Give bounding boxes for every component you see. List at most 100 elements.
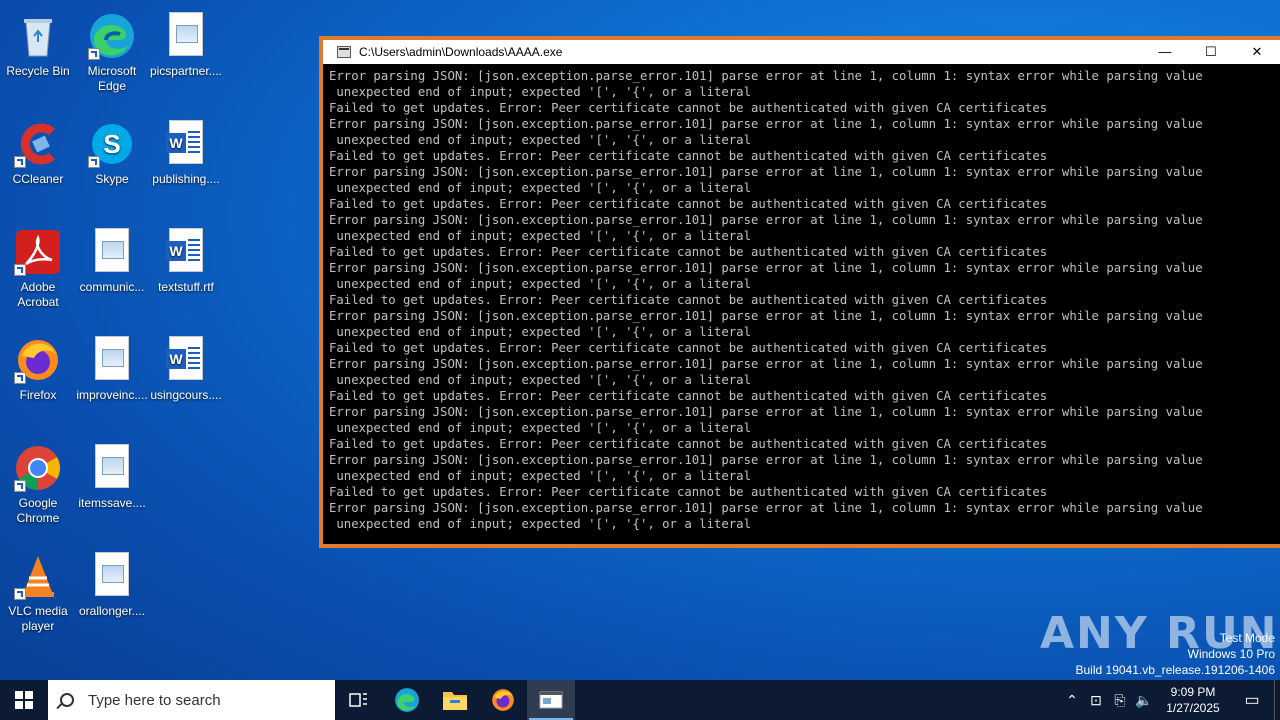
clock[interactable]: 9:09 PM 1/27/2025: [1156, 684, 1230, 716]
console-line: Error parsing JSON: [json.exception.pars…: [329, 165, 1203, 179]
acrobat-icon: [14, 228, 62, 276]
desktop-icon-textstuff[interactable]: W textstuff.rtf: [148, 224, 224, 295]
notification-icon[interactable]: ▭: [1230, 690, 1274, 710]
console-line: Failed to get updates. Error: Peer certi…: [329, 245, 1048, 259]
desktop-icon-label: textstuff.rtf: [158, 280, 214, 294]
windows-logo-icon: [15, 691, 33, 709]
volume-icon[interactable]: 🔈: [1132, 692, 1156, 709]
console-line: unexpected end of input; expected '[', '…: [329, 373, 751, 387]
watermark-build: Build 19041.vb_release.191206-1406: [1075, 663, 1276, 677]
close-button[interactable]: ✕: [1234, 40, 1280, 64]
console-line: Failed to get updates. Error: Peer certi…: [329, 197, 1048, 211]
recycle-bin-icon: [14, 12, 62, 60]
word-document-icon: W: [162, 336, 210, 384]
clock-time: 9:09 PM: [1170, 685, 1216, 699]
desktop-icon-label: picspartner....: [149, 64, 223, 78]
desktop-icon-adobe-acrobat[interactable]: Adobe Acrobat: [0, 224, 76, 310]
desktop-icon-vlc[interactable]: VLC media player: [0, 548, 76, 634]
search-placeholder: Type here to search: [88, 691, 221, 709]
desktop-icon-itemssave[interactable]: itemssave....: [74, 440, 150, 511]
desktop-icon-google-chrome[interactable]: Google Chrome: [0, 440, 76, 526]
word-document-icon: W: [162, 228, 210, 276]
console-line: unexpected end of input; expected '[', '…: [329, 469, 751, 483]
task-view-button[interactable]: [335, 680, 383, 720]
console-output[interactable]: Error parsing JSON: [json.exception.pars…: [329, 68, 1280, 544]
desktop-icon-orallonger[interactable]: orallonger....: [74, 548, 150, 619]
console-line: Error parsing JSON: [json.exception.pars…: [329, 261, 1203, 275]
taskbar: Type here to search ⌃ ⊡ ⎘ 🔈 9:09 PM 1/27…: [0, 680, 1280, 720]
svg-text:S: S: [103, 129, 120, 159]
console-line: Failed to get updates. Error: Peer certi…: [329, 341, 1048, 355]
image-file-icon: [88, 552, 136, 600]
chevron-up-icon[interactable]: ⌃: [1060, 692, 1084, 709]
console-icon: [539, 691, 563, 709]
edge-icon: [88, 12, 136, 60]
taskbar-edge[interactable]: [383, 680, 431, 720]
console-line: unexpected end of input; expected '[', '…: [329, 325, 751, 339]
task-view-icon: [349, 693, 367, 707]
console-app-icon: [337, 46, 351, 58]
desktop-icon-label: improveinc....: [76, 388, 148, 402]
console-line: unexpected end of input; expected '[', '…: [329, 421, 751, 435]
console-titlebar[interactable]: C:\Users\admin\Downloads\AAAA.exe — ☐ ✕: [323, 40, 1280, 64]
console-line: Error parsing JSON: [json.exception.pars…: [329, 117, 1203, 131]
vlc-icon: [14, 552, 62, 600]
console-line: unexpected end of input; expected '[', '…: [329, 133, 751, 147]
desktop-icon-label: Google Chrome: [16, 496, 60, 525]
desktop-icon-label: Firefox: [19, 388, 57, 402]
desktop-icon-label: usingcours....: [150, 388, 222, 402]
minimize-button[interactable]: —: [1142, 40, 1188, 64]
image-file-icon: [88, 444, 136, 492]
console-window[interactable]: C:\Users\admin\Downloads\AAAA.exe — ☐ ✕ …: [319, 36, 1280, 548]
desktop-icon-communic[interactable]: communic...: [74, 224, 150, 295]
search-icon: [60, 693, 74, 707]
maximize-button[interactable]: ☐: [1188, 40, 1234, 64]
console-line: Failed to get updates. Error: Peer certi…: [329, 437, 1048, 451]
desktop-icon-label: Skype: [95, 172, 129, 186]
edge-icon: [395, 688, 419, 712]
clock-date: 1/27/2025: [1166, 701, 1220, 715]
desktop-icon-ccleaner[interactable]: CCleaner: [0, 116, 76, 187]
desktop-icon-firefox[interactable]: Firefox: [0, 332, 76, 403]
taskbar-search-box[interactable]: Type here to search: [48, 680, 335, 720]
taskbar-firefox[interactable]: [479, 680, 527, 720]
console-line: Error parsing JSON: [json.exception.pars…: [329, 405, 1203, 419]
ccleaner-icon: [14, 120, 62, 168]
device-icon[interactable]: ⊡: [1084, 692, 1108, 709]
image-file-icon: [88, 336, 136, 384]
chrome-icon: [14, 444, 62, 492]
desktop-icon-usingcours[interactable]: W usingcours....: [148, 332, 224, 403]
show-desktop-button[interactable]: [1274, 680, 1280, 720]
console-line: Error parsing JSON: [json.exception.pars…: [329, 453, 1203, 467]
network-icon[interactable]: ⎘: [1108, 692, 1132, 709]
firefox-icon: [492, 689, 514, 711]
desktop-icon-label: publishing....: [152, 172, 220, 186]
folder-icon: [443, 692, 467, 710]
desktop-icon-microsoft-edge[interactable]: Microsoft Edge: [74, 8, 150, 94]
desktop-icon-publishing[interactable]: W publishing....: [148, 116, 224, 187]
console-line: Failed to get updates. Error: Peer certi…: [329, 101, 1048, 115]
desktop-icon-label: CCleaner: [12, 172, 64, 186]
watermark-edition: Windows 10 Pro: [1187, 647, 1275, 661]
console-line: unexpected end of input; expected '[', '…: [329, 277, 751, 291]
window-title: C:\Users\admin\Downloads\AAAA.exe: [359, 45, 563, 59]
word-document-icon: W: [162, 120, 210, 168]
desktop-icon-picspartner[interactable]: picspartner....: [148, 8, 224, 79]
desktop-icon-improveinc[interactable]: improveinc....: [74, 332, 150, 403]
desktop-icon-skype[interactable]: S Skype: [74, 116, 150, 187]
taskbar-file-explorer[interactable]: [431, 680, 479, 720]
console-line: unexpected end of input; expected '[', '…: [329, 85, 751, 99]
desktop-icon-recycle-bin[interactable]: Recycle Bin: [0, 8, 76, 79]
taskbar-console[interactable]: [527, 680, 575, 720]
console-line: Failed to get updates. Error: Peer certi…: [329, 485, 1048, 499]
console-line: Error parsing JSON: [json.exception.pars…: [329, 501, 1203, 515]
desktop-icon-label: itemssave....: [78, 496, 146, 510]
desktop-icon-label: Microsoft Edge: [87, 64, 137, 93]
console-line: Error parsing JSON: [json.exception.pars…: [329, 357, 1203, 371]
start-button[interactable]: [0, 680, 48, 720]
console-line: Error parsing JSON: [json.exception.pars…: [329, 309, 1203, 323]
console-line: Error parsing JSON: [json.exception.pars…: [329, 69, 1203, 83]
windows-watermark: Test Mode Windows 10 Pro Build 19041.vb_…: [1076, 630, 1276, 678]
console-line: Failed to get updates. Error: Peer certi…: [329, 389, 1048, 403]
console-line: Failed to get updates. Error: Peer certi…: [329, 149, 1048, 163]
